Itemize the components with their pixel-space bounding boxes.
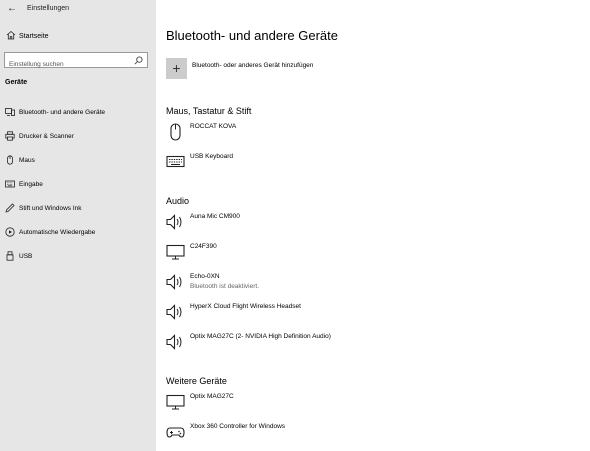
device-item[interactable]: Auna Mic CM900 xyxy=(166,213,486,241)
device-name: Xbox 360 Controller for Windows xyxy=(190,423,286,430)
device-item[interactable]: ROCCAT KOVA xyxy=(166,123,486,151)
group-title-audio: Audio xyxy=(166,196,190,206)
sidebar-item-input[interactable]: Eingabe xyxy=(0,174,156,194)
sidebar-item-label: Stift und Windows Ink xyxy=(19,205,82,212)
device-item[interactable]: Optix MAG27C (2- NVIDIA High Definition … xyxy=(166,333,486,361)
device-name: USB Keyboard xyxy=(190,153,233,160)
printer-icon xyxy=(5,131,15,141)
group-title-input-devices: Maus, Tastatur & Stift xyxy=(166,106,252,116)
sidebar-item-usb[interactable]: USB xyxy=(0,246,156,266)
sidebar-item-label: Bluetooth- und andere Geräte xyxy=(19,109,106,116)
device-item[interactable]: HyperX Cloud Flight Wireless Headset xyxy=(166,303,486,331)
gamepad-icon xyxy=(166,427,185,438)
main-content: Bluetooth- und andere Geräte + Bluetooth… xyxy=(156,0,590,451)
add-device-label: Bluetooth- oder anderes Gerät hinzufügen xyxy=(192,62,314,69)
bluetooth-devices-icon xyxy=(5,108,15,116)
sidebar-item-autoplay[interactable]: Automatische Wiedergabe xyxy=(0,222,156,242)
device-name: Auna Mic CM900 xyxy=(190,213,240,220)
sidebar-item-printers[interactable]: Drucker & Scanner xyxy=(0,126,156,146)
title-bar: ← Einstellungen xyxy=(0,0,156,18)
usb-icon xyxy=(6,251,14,261)
sidebar: ← Einstellungen Startseite Geräte Blueto… xyxy=(0,0,156,451)
autoplay-icon xyxy=(5,227,15,237)
pen-icon xyxy=(5,203,15,213)
sidebar-item-mouse[interactable]: Maus xyxy=(0,150,156,170)
device-item[interactable]: USB Keyboard xyxy=(166,153,486,181)
device-item[interactable]: C24F390 xyxy=(166,243,486,271)
app-title: Einstellungen xyxy=(27,5,70,12)
sidebar-item-bluetooth[interactable]: Bluetooth- und andere Geräte xyxy=(0,102,156,122)
device-item[interactable]: Optix MAG27C xyxy=(166,393,486,421)
speaker-icon xyxy=(166,304,182,320)
add-device-button[interactable]: + Bluetooth- oder anderes Gerät hinzufüg… xyxy=(166,58,426,80)
device-status: Bluetooth ist deaktiviert. xyxy=(190,283,260,290)
sidebar-section-header: Geräte xyxy=(5,79,28,86)
sidebar-item-label: Automatische Wiedergabe xyxy=(19,229,96,236)
plus-icon: + xyxy=(172,60,181,76)
device-name: ROCCAT KOVA xyxy=(190,123,237,130)
search-input[interactable] xyxy=(5,57,129,72)
sidebar-item-label: Eingabe xyxy=(19,181,43,188)
device-name: Echo-0XN xyxy=(190,273,220,280)
sidebar-item-label: USB xyxy=(19,253,33,260)
page-title: Bluetooth- und andere Geräte xyxy=(166,28,339,43)
add-button-tile[interactable]: + xyxy=(166,58,187,79)
monitor-icon xyxy=(166,244,185,260)
device-item[interactable]: Xbox 360 Controller for Windows xyxy=(166,423,486,451)
sidebar-item-label: Drucker & Scanner xyxy=(19,133,74,140)
search-field[interactable] xyxy=(4,52,148,72)
sidebar-item-label: Maus xyxy=(19,157,35,164)
device-name: HyperX Cloud Flight Wireless Headset xyxy=(190,303,301,310)
group-title-other-devices: Weitere Geräte xyxy=(166,376,227,386)
device-item[interactable]: Echo-0XN Bluetooth ist deaktiviert. xyxy=(166,273,486,301)
speaker-icon xyxy=(166,214,182,230)
sidebar-item-home-label: Startseite xyxy=(19,33,49,40)
device-name: Optix MAG27C (2- NVIDIA High Definition … xyxy=(190,333,331,340)
device-name: Optix MAG27C xyxy=(190,393,234,400)
mouse-icon xyxy=(7,155,13,165)
sidebar-item-pen[interactable]: Stift und Windows Ink xyxy=(0,198,156,218)
speaker-icon xyxy=(166,334,182,350)
sidebar-item-home[interactable]: Startseite xyxy=(0,28,156,46)
device-name: C24F390 xyxy=(190,243,217,250)
speaker-icon xyxy=(166,274,182,290)
keyboard-icon xyxy=(5,180,15,188)
search-icon xyxy=(134,56,143,65)
home-icon xyxy=(6,30,16,40)
back-arrow-icon[interactable]: ← xyxy=(7,3,17,14)
keyboard-icon xyxy=(166,155,185,168)
monitor-icon xyxy=(166,394,185,410)
mouse-icon xyxy=(170,123,181,141)
